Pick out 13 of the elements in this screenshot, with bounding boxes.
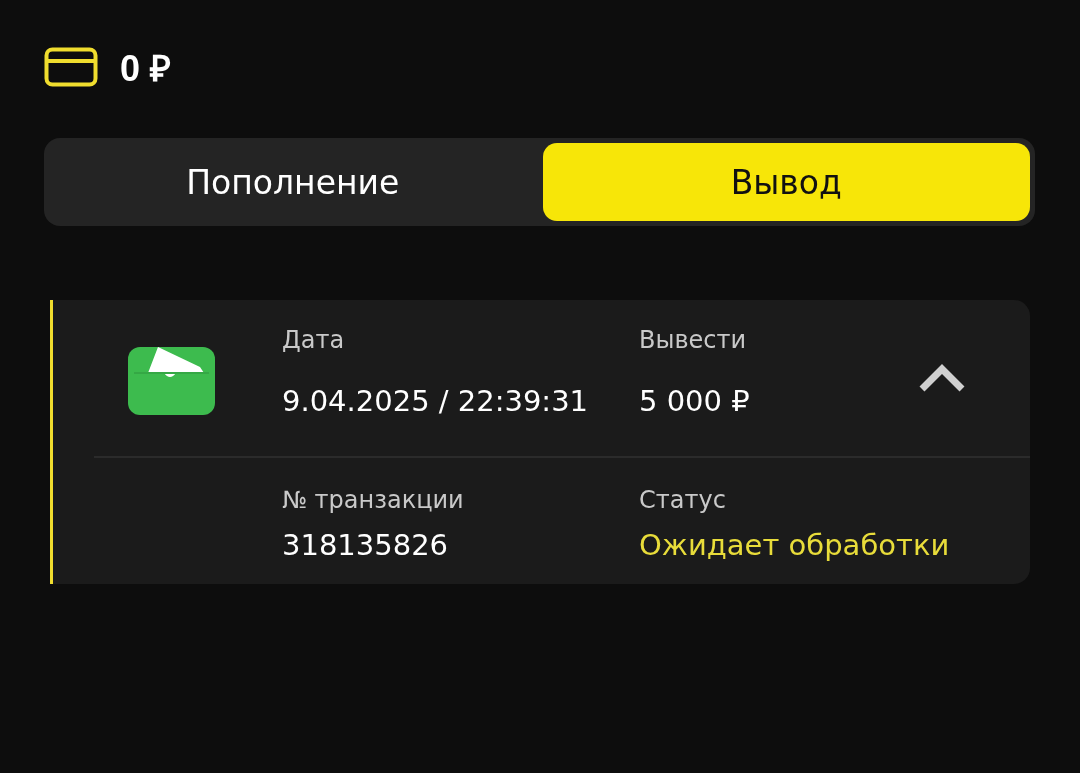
transaction-number: 318135826 [282, 528, 450, 562]
field-label: № транзакции [282, 486, 465, 514]
status-value: Ожидает обработки [639, 528, 951, 562]
field-label: Дата [282, 326, 346, 354]
card-icon [44, 47, 98, 87]
chevron-icon[interactable] [919, 364, 965, 392]
field-label: Вывести [639, 326, 748, 354]
amount-value: 5 000 ₽ [639, 384, 751, 418]
field-label: Статус [639, 486, 727, 514]
tab[interactable]: Вывод [542, 143, 1030, 221]
tab[interactable]: Пополнение [49, 143, 537, 221]
date-value: 9.04.2025 / 22:39:31 [282, 384, 590, 418]
balance-amount: 0 ₽ [120, 46, 172, 91]
